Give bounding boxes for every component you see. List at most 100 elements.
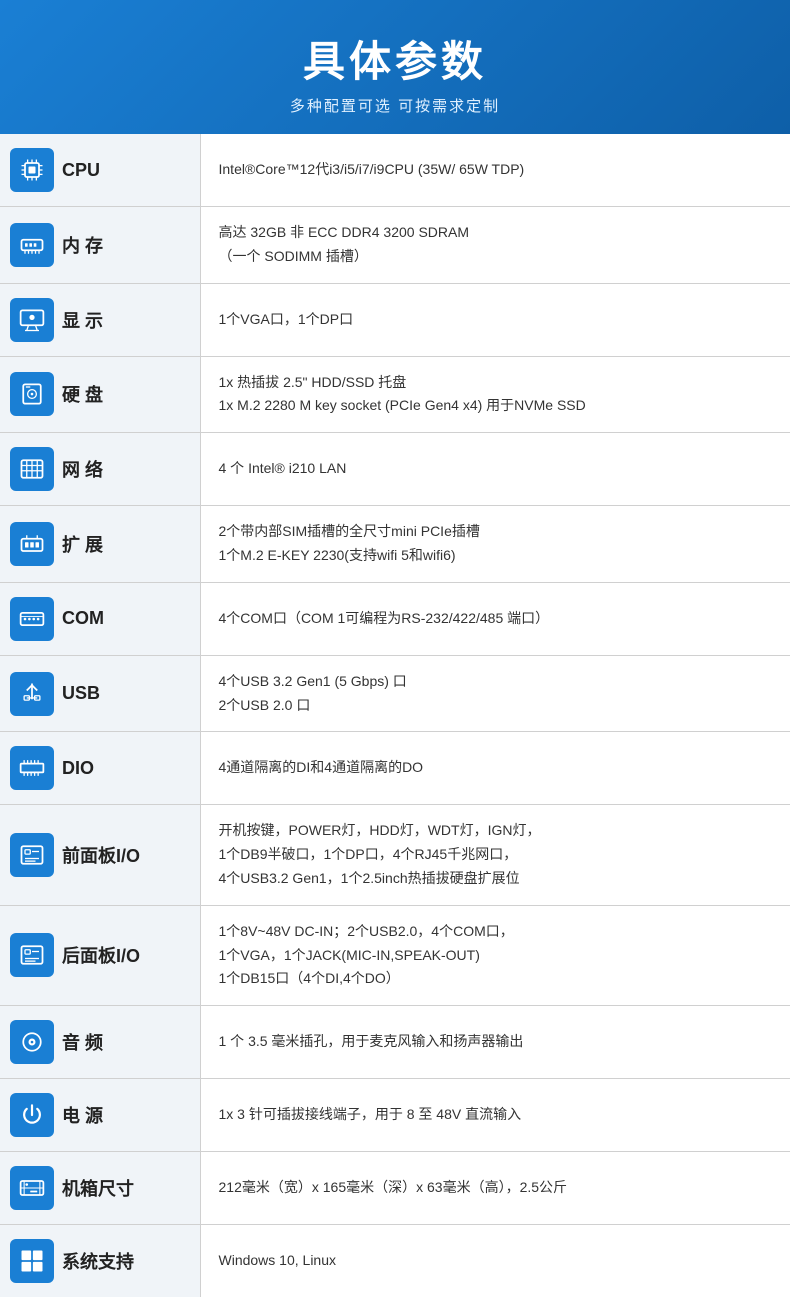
chassis-icon <box>10 1166 54 1210</box>
label-text-reario: 后面板I/O <box>62 942 140 968</box>
label-text-frontio: 前面板I/O <box>62 842 140 868</box>
label-text-network: 网 络 <box>62 456 103 482</box>
value-line: 2个带内部SIM插槽的全尺寸mini PCIe插槽 <box>219 520 773 544</box>
value-line: 1个VGA，1个JACK(MIC-IN,SPEAK-OUT) <box>219 944 773 968</box>
table-row-audio: 音 频 1 个 3.5 毫米插孔，用于麦克风输入和扬声器输出 <box>0 1006 790 1079</box>
label-cell-display: 显 示 <box>0 283 200 356</box>
label-text-power: 电 源 <box>62 1102 103 1128</box>
value-cell-usb: 4个USB 3.2 Gen1 (5 Gbps) 口2个USB 2.0 口 <box>200 655 790 732</box>
value-line: Windows 10, Linux <box>219 1249 773 1273</box>
label-text-os: 系统支持 <box>62 1248 134 1274</box>
value-cell-power: 1x 3 针可插拔接线端子，用于 8 至 48V 直流输入 <box>200 1079 790 1152</box>
label-cell-frontio: 前面板I/O <box>0 805 200 905</box>
value-cell-cpu: Intel®Core™12代i3/i5/i7/i9CPU (35W/ 65W T… <box>200 134 790 207</box>
value-cell-display: 1个VGA口，1个DP口 <box>200 283 790 356</box>
label-cell-expansion: 扩 展 <box>0 506 200 583</box>
label-text-expansion: 扩 展 <box>62 531 103 557</box>
value-line: 1x 热插拔 2.5" HDD/SSD 托盘 <box>219 371 773 395</box>
label-text-display: 显 示 <box>62 307 103 333</box>
label-cell-power: 电 源 <box>0 1079 200 1152</box>
label-cell-storage: 硬 盘 <box>0 356 200 433</box>
label-cell-dio: DIO <box>0 732 200 805</box>
power-icon <box>10 1093 54 1137</box>
table-row-storage: 硬 盘 1x 热插拔 2.5" HDD/SSD 托盘1x M.2 2280 M k… <box>0 356 790 433</box>
value-cell-frontio: 开机按键，POWER灯，HDD灯，WDT灯，IGN灯，1个DB9半破口，1个DP… <box>200 805 790 905</box>
label-text-memory: 内 存 <box>62 232 103 258</box>
value-line: 1个M.2 E-KEY 2230(支持wifi 5和wifi6) <box>219 544 773 568</box>
label-cell-com: COM <box>0 582 200 655</box>
memory-icon <box>10 223 54 267</box>
page-title: 具体参数 <box>20 28 770 89</box>
value-line: 4 个 Intel® i210 LAN <box>219 457 773 481</box>
value-line: Intel®Core™12代i3/i5/i7/i9CPU (35W/ 65W T… <box>219 158 773 182</box>
table-row-com: COM 4个COM口（COM 1可编程为RS-232/422/485 端口） <box>0 582 790 655</box>
label-text-usb: USB <box>62 683 100 704</box>
value-line: 开机按键，POWER灯，HDD灯，WDT灯，IGN灯， <box>219 819 773 843</box>
table-row-frontio: 前面板I/O 开机按键，POWER灯，HDD灯，WDT灯，IGN灯，1个DB9半破… <box>0 805 790 905</box>
table-row-chassis: 机箱尺寸 212毫米（宽）x 165毫米（深）x 63毫米（高），2.5公斤 <box>0 1152 790 1225</box>
label-text-chassis: 机箱尺寸 <box>62 1175 134 1201</box>
spec-table: CPU Intel®Core™12代i3/i5/i7/i9CPU (35W/ 65… <box>0 134 790 1297</box>
value-line: 1个VGA口，1个DP口 <box>219 308 773 332</box>
value-line: 2个USB 2.0 口 <box>219 694 773 718</box>
usb-icon <box>10 672 54 716</box>
table-row-expansion: 扩 展 2个带内部SIM插槽的全尺寸mini PCIe插槽1个M.2 E-KEY … <box>0 506 790 583</box>
table-row-network: 网 络 4 个 Intel® i210 LAN <box>0 433 790 506</box>
value-line: 1个DB9半破口，1个DP口，4个RJ45千兆网口， <box>219 843 773 867</box>
value-cell-audio: 1 个 3.5 毫米插孔，用于麦克风输入和扬声器输出 <box>200 1006 790 1079</box>
audio-icon <box>10 1020 54 1064</box>
value-line: 高达 32GB 非 ECC DDR4 3200 SDRAM <box>219 221 773 245</box>
value-cell-os: Windows 10, Linux <box>200 1225 790 1297</box>
value-line: 1 个 3.5 毫米插孔，用于麦克风输入和扬声器输出 <box>219 1030 773 1054</box>
label-text-dio: DIO <box>62 758 94 779</box>
table-row-power: 电 源 1x 3 针可插拔接线端子，用于 8 至 48V 直流输入 <box>0 1079 790 1152</box>
table-row-reario: 后面板I/O 1个8V~48V DC-IN；2个USB2.0，4个COM口，1个V… <box>0 905 790 1005</box>
com-icon <box>10 597 54 641</box>
value-cell-network: 4 个 Intel® i210 LAN <box>200 433 790 506</box>
label-text-com: COM <box>62 608 104 629</box>
dio-icon <box>10 746 54 790</box>
value-line: 1个8V~48V DC-IN；2个USB2.0，4个COM口， <box>219 920 773 944</box>
display-icon <box>10 298 54 342</box>
label-text-cpu: CPU <box>62 160 100 181</box>
table-row-display: 显 示 1个VGA口，1个DP口 <box>0 283 790 356</box>
value-line: 4个USB3.2 Gen1，1个2.5inch热插拔硬盘扩展位 <box>219 867 773 891</box>
network-icon <box>10 447 54 491</box>
label-cell-cpu: CPU <box>0 134 200 207</box>
label-text-storage: 硬 盘 <box>62 381 103 407</box>
header: 具体参数 多种配置可选 可按需求定制 <box>0 0 790 134</box>
value-cell-memory: 高达 32GB 非 ECC DDR4 3200 SDRAM（一个 SODIMM … <box>200 207 790 284</box>
label-cell-audio: 音 频 <box>0 1006 200 1079</box>
table-row-usb: USB 4个USB 3.2 Gen1 (5 Gbps) 口2个USB 2.0 口 <box>0 655 790 732</box>
page-wrapper: 具体参数 多种配置可选 可按需求定制 CPU Intel®Core™12代i3/i… <box>0 0 790 1297</box>
value-line: （一个 SODIMM 插槽） <box>219 245 773 269</box>
cpu-icon <box>10 148 54 192</box>
expansion-icon <box>10 522 54 566</box>
value-cell-storage: 1x 热插拔 2.5" HDD/SSD 托盘1x M.2 2280 M key … <box>200 356 790 433</box>
label-cell-network: 网 络 <box>0 433 200 506</box>
page-subtitle: 多种配置可选 可按需求定制 <box>20 95 770 116</box>
value-cell-reario: 1个8V~48V DC-IN；2个USB2.0，4个COM口，1个VGA，1个J… <box>200 905 790 1005</box>
frontio-icon <box>10 833 54 877</box>
table-row-memory: 内 存 高达 32GB 非 ECC DDR4 3200 SDRAM（一个 SODI… <box>0 207 790 284</box>
table-row-dio: DIO 4通道隔离的DI和4通道隔离的DO <box>0 732 790 805</box>
value-line: 212毫米（宽）x 165毫米（深）x 63毫米（高），2.5公斤 <box>219 1176 773 1200</box>
value-line: 4个COM口（COM 1可编程为RS-232/422/485 端口） <box>219 607 773 631</box>
value-line: 1x 3 针可插拔接线端子，用于 8 至 48V 直流输入 <box>219 1103 773 1127</box>
value-cell-dio: 4通道隔离的DI和4通道隔离的DO <box>200 732 790 805</box>
os-icon <box>10 1239 54 1283</box>
value-line: 4通道隔离的DI和4通道隔离的DO <box>219 756 773 780</box>
value-line: 1x M.2 2280 M key socket (PCIe Gen4 x4) … <box>219 394 773 418</box>
table-row-cpu: CPU Intel®Core™12代i3/i5/i7/i9CPU (35W/ 65… <box>0 134 790 207</box>
label-cell-chassis: 机箱尺寸 <box>0 1152 200 1225</box>
value-cell-chassis: 212毫米（宽）x 165毫米（深）x 63毫米（高），2.5公斤 <box>200 1152 790 1225</box>
reario-icon <box>10 933 54 977</box>
value-cell-expansion: 2个带内部SIM插槽的全尺寸mini PCIe插槽1个M.2 E-KEY 223… <box>200 506 790 583</box>
value-line: 4个USB 3.2 Gen1 (5 Gbps) 口 <box>219 670 773 694</box>
label-text-audio: 音 频 <box>62 1029 103 1055</box>
storage-icon <box>10 372 54 416</box>
label-cell-memory: 内 存 <box>0 207 200 284</box>
label-cell-os: 系统支持 <box>0 1225 200 1297</box>
label-cell-reario: 后面板I/O <box>0 905 200 1005</box>
value-line: 1个DB15口（4个DI,4个DO） <box>219 967 773 991</box>
